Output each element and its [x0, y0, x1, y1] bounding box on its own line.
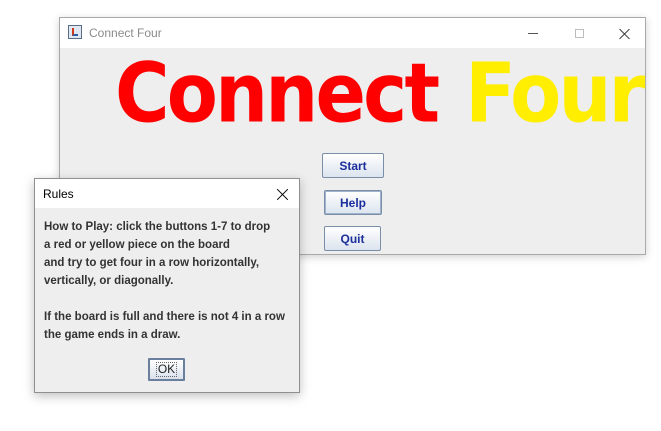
main-titlebar[interactable]: Connect Four: [60, 18, 645, 48]
minimize-icon: [528, 32, 538, 34]
window-title: Connect Four: [89, 26, 162, 40]
close-button[interactable]: [601, 18, 647, 48]
rules-line: vertically, or diagonally.: [44, 275, 174, 287]
rules-close-button[interactable]: [267, 179, 299, 208]
help-button[interactable]: Help: [324, 190, 382, 215]
ok-button[interactable]: OK: [148, 358, 185, 381]
close-icon: [619, 28, 630, 39]
ok-label: OK: [155, 362, 178, 377]
rules-line: [44, 290, 293, 308]
rules-line: a red or yellow piece on the board: [44, 239, 230, 251]
rules-message: How to Play: click the buttons 1-7 to dr…: [44, 218, 293, 344]
minimize-button[interactable]: [510, 18, 556, 48]
logo-word-connect: Connect: [115, 45, 440, 141]
connect-four-logo: Connect Four: [115, 52, 645, 135]
close-icon: [277, 188, 289, 200]
maximize-icon: [574, 28, 584, 38]
start-button[interactable]: Start: [322, 153, 384, 178]
rules-line: and try to get four in a row horizontall…: [44, 257, 260, 269]
java-app-icon: [68, 25, 82, 39]
rules-dialog-title: Rules: [43, 187, 74, 201]
rules-line: How to Play: click the buttons 1-7 to dr…: [44, 221, 271, 233]
maximize-button[interactable]: [556, 18, 602, 48]
rules-dialog: Rules How to Play: click the buttons 1-7…: [34, 178, 300, 393]
rules-titlebar[interactable]: Rules: [35, 179, 299, 208]
rules-line: If the board is full and there is not 4 …: [44, 311, 285, 323]
logo-word-four: Four: [465, 45, 645, 141]
quit-button[interactable]: Quit: [324, 226, 381, 251]
rules-line: the game ends in a draw.: [44, 329, 181, 341]
